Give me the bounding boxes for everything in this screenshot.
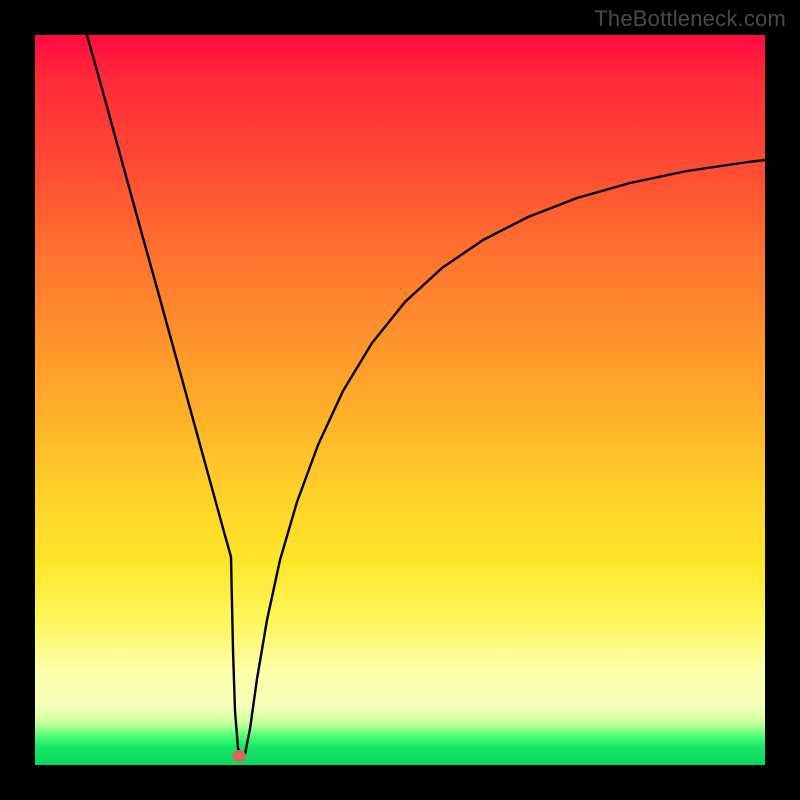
chart-frame: TheBottleneck.com [0,0,800,800]
plot-area [35,35,765,765]
bottleneck-curve [87,35,765,759]
watermark-text: TheBottleneck.com [594,6,786,32]
minimum-marker [232,750,246,762]
curve-layer [35,35,765,765]
